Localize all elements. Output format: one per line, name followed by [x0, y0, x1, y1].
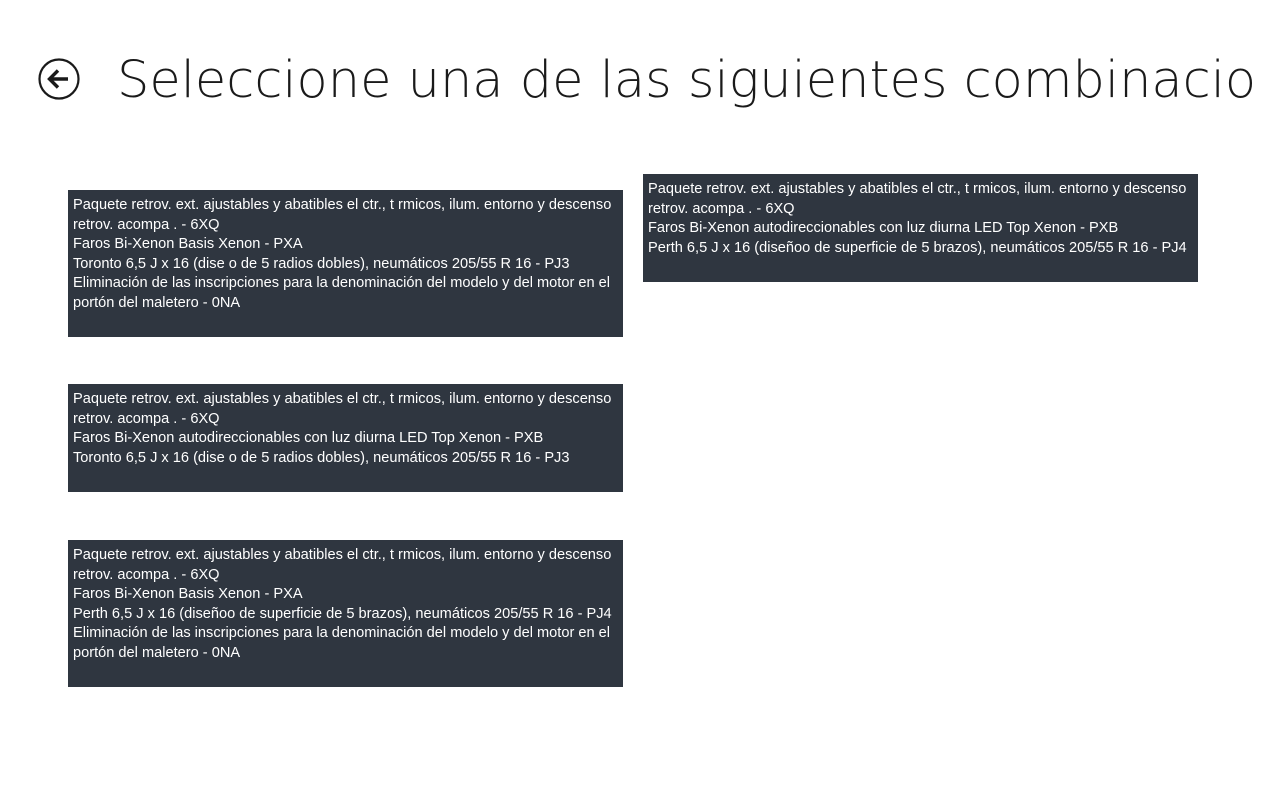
tile-line: Faros Bi-Xenon Basis Xenon - PXA	[73, 586, 303, 602]
combination-tile-3[interactable]: Paquete retrov. ext. ajustables y abatib…	[68, 540, 623, 687]
tile-line: Eliminación de las inscripciones para la…	[73, 275, 611, 311]
combination-tile-1[interactable]: Paquete retrov. ext. ajustables y abatib…	[68, 190, 623, 337]
page-title: Seleccione una de las siguientes combina…	[117, 51, 1257, 110]
tile-line: Toronto 6,5 J x 16 (dise o de 5 radios d…	[73, 255, 570, 272]
tile-line: Paquete retrov. ext. ajustables y abatib…	[73, 197, 612, 233]
combination-tile-4[interactable]: Paquete retrov. ext. ajustables y abatib…	[643, 174, 1198, 282]
tile-line: Paquete retrov. ext. ajustables y abatib…	[73, 547, 612, 583]
tile-line: Faros Bi-Xenon Basis Xenon - PXA	[73, 236, 303, 252]
tile-line: Toronto 6,5 J x 16 (dise o de 5 radios d…	[73, 449, 570, 466]
tile-line: Eliminación de las inscripciones para la…	[73, 625, 611, 661]
back-button[interactable]	[38, 58, 80, 100]
tile-line: Paquete retrov. ext. ajustables y abatib…	[648, 181, 1187, 217]
back-arrow-icon	[38, 58, 80, 100]
tile-line: Perth 6,5 J x 16 (diseñoo de superficie …	[648, 239, 1187, 256]
combination-tile-2[interactable]: Paquete retrov. ext. ajustables y abatib…	[68, 384, 623, 492]
combination-selection-page: Seleccione una de las siguientes combina…	[0, 0, 1280, 800]
tile-line: Paquete retrov. ext. ajustables y abatib…	[73, 391, 612, 427]
tile-line: Perth 6,5 J x 16 (diseñoo de superficie …	[73, 605, 612, 622]
tile-line: Faros Bi-Xenon autodireccionables con lu…	[648, 220, 1119, 236]
tile-line: Faros Bi-Xenon autodireccionables con lu…	[73, 430, 544, 446]
